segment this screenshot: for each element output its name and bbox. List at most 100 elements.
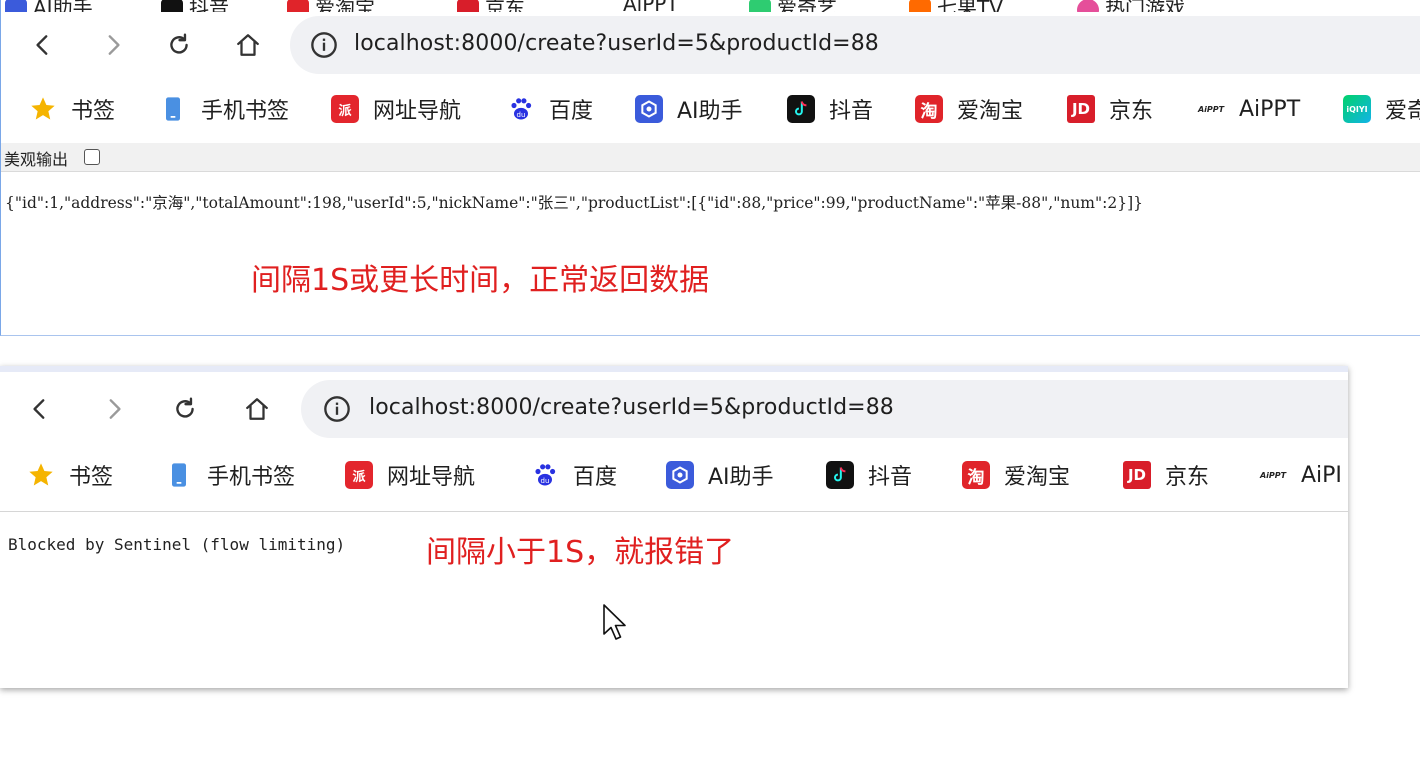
ai-assistant-icon (635, 95, 663, 123)
blocked-message: Blocked by Sentinel (flow limiting) (8, 535, 346, 554)
peek-item-game[interactable]: 热门游戏 (1077, 0, 1185, 12)
iqiyi-icon (749, 0, 771, 12)
douyin-icon (826, 461, 854, 489)
bookmark-baidu[interactable]: du 百度 (507, 91, 593, 127)
bookmark-jd[interactable]: JD 京东 (1123, 457, 1209, 493)
bookmark-label: 抖音 (868, 465, 913, 490)
bookmark-label: AI助手 (677, 99, 743, 124)
taobao-icon (287, 0, 309, 12)
bookmark-taobao[interactable]: 淘 爱淘宝 (962, 457, 1070, 493)
back-arrow-icon (33, 399, 45, 419)
bookmarks-bar: 书签 手机书签 派 网址导航 du 百度 AI助手 抖音 淘 爱淘宝 JD 京东 (1, 78, 1420, 140)
home-button[interactable] (228, 25, 268, 65)
peek-item-ai[interactable]: AI助手 (5, 0, 93, 12)
forward-arrow-icon (108, 35, 120, 55)
bookmark-douyin[interactable]: 抖音 (787, 91, 873, 127)
peek-label: 爱淘宝 (315, 0, 375, 12)
tv-icon (909, 0, 931, 12)
baidu-icon: du (531, 461, 559, 489)
site-info-icon[interactable] (323, 395, 351, 423)
annotation-normal-response: 间隔1S或更长时间，正常返回数据 (251, 263, 710, 298)
address-bar[interactable]: localhost:8000/create?userId=5&productId… (290, 16, 1420, 74)
bookmark-jd[interactable]: JD 京东 (1067, 91, 1153, 127)
home-button[interactable] (237, 389, 277, 429)
peek-item-douyin[interactable]: 抖音 (161, 0, 229, 12)
forward-button[interactable] (94, 389, 134, 429)
ai-assistant-icon (666, 461, 694, 489)
back-button[interactable] (23, 25, 63, 65)
bookmark-label: AiPI (1301, 462, 1342, 488)
peek-label: 爱奇艺 (777, 0, 837, 12)
address-bar[interactable]: localhost:8000/create?userId=5&productId… (301, 380, 1348, 438)
back-button[interactable] (20, 389, 60, 429)
bookmark-label: AiPPT (1239, 96, 1301, 122)
bookmark-mobile[interactable]: 手机书签 (165, 457, 295, 493)
bookmark-iqiyi[interactable]: iQIYI 爱奇 (1343, 91, 1420, 127)
browser-window-top: AI助手 抖音 爱淘宝 京东 AiPPT 爱奇艺 七果TV 热门游戏 local… (0, 0, 1420, 336)
peek-item-jd[interactable]: 京东 (457, 0, 525, 12)
bookmark-aippt[interactable]: AiPPT AiPI (1259, 457, 1342, 493)
reload-button[interactable] (165, 389, 205, 429)
bookmark-aippt[interactable]: AiPPT AiPPT (1197, 91, 1300, 127)
phone-icon (165, 461, 193, 489)
bookmark-label: 京东 (1165, 465, 1210, 490)
bookmark-folder-shuqian[interactable]: 书签 (27, 457, 113, 493)
peek-label: 热门游戏 (1105, 0, 1185, 12)
bookmark-label: 百度 (549, 99, 594, 124)
bookmark-label: 爱淘宝 (1004, 465, 1071, 490)
peek-label: 七果TV (937, 0, 1003, 12)
svg-text:du: du (517, 111, 526, 119)
jd-icon (457, 0, 479, 12)
bookmark-label: 网址导航 (387, 465, 476, 490)
bookmark-douyin[interactable]: 抖音 (826, 457, 912, 493)
bookmark-folder-shuqian[interactable]: 书签 (29, 91, 115, 127)
bookmark-label: 抖音 (829, 99, 874, 124)
bookmark-label: AI助手 (708, 465, 774, 490)
douyin-icon (161, 0, 183, 12)
nav-icon: 派 (331, 95, 359, 123)
bookmark-nav[interactable]: 派 网址导航 (345, 457, 475, 493)
peek-item-iqiyi[interactable]: 爱奇艺 (749, 0, 837, 12)
star-icon (29, 95, 57, 123)
peek-label: AiPPT (623, 0, 679, 12)
url-text[interactable]: localhost:8000/create?userId=5&productId… (354, 31, 879, 56)
aippt-icon: AiPPT (1259, 470, 1287, 480)
forward-button[interactable] (93, 25, 133, 65)
url-text[interactable]: localhost:8000/create?userId=5&productId… (369, 395, 894, 420)
bookmark-label: 爱淘宝 (957, 99, 1024, 124)
bookmark-ai-assistant[interactable]: AI助手 (635, 91, 743, 127)
bookmark-ai-assistant[interactable]: AI助手 (666, 457, 774, 493)
phone-icon (159, 95, 187, 123)
bookmark-label: 书签 (71, 99, 116, 124)
peek-item-tv[interactable]: 七果TV (909, 0, 1003, 12)
window-top-edge (0, 366, 1348, 372)
browser-toolbar: localhost:8000/create?userId=5&productId… (1, 12, 1420, 78)
bookmark-baidu[interactable]: du 百度 (531, 457, 617, 493)
iqiyi-icon: iQIYI (1343, 95, 1371, 123)
taobao-icon: 淘 (962, 461, 990, 489)
reload-icon (176, 397, 194, 418)
home-icon (237, 34, 259, 56)
bookmark-taobao[interactable]: 淘 爱淘宝 (915, 91, 1023, 127)
reload-button[interactable] (159, 25, 199, 65)
star-icon (27, 461, 55, 489)
aippt-icon (595, 0, 617, 12)
baidu-icon: du (507, 95, 535, 123)
peek-item-taobao[interactable]: 爱淘宝 (287, 0, 375, 12)
taobao-icon: 淘 (915, 95, 943, 123)
peek-item-aippt[interactable]: AiPPT (595, 0, 679, 12)
peek-label: AI助手 (33, 0, 93, 12)
site-info-icon[interactable] (310, 31, 338, 59)
peek-label: 抖音 (189, 0, 229, 12)
jd-icon: JD (1123, 461, 1151, 489)
peek-label: 京东 (485, 0, 525, 12)
douyin-icon (787, 95, 815, 123)
game-icon (1077, 0, 1099, 12)
pretty-print-checkbox[interactable] (84, 149, 100, 165)
bookmark-label: 手机书签 (201, 99, 290, 124)
bookmark-label: 爱奇 (1385, 99, 1420, 124)
bookmarks-bar: 书签 手机书签 派 网址导航 du 百度 AI助手 抖音 淘 爱淘宝 JD 京东 (0, 444, 1348, 506)
bookmark-nav[interactable]: 派 网址导航 (331, 91, 461, 127)
toolbar-divider (0, 511, 1348, 512)
bookmark-mobile[interactable]: 手机书签 (159, 91, 289, 127)
